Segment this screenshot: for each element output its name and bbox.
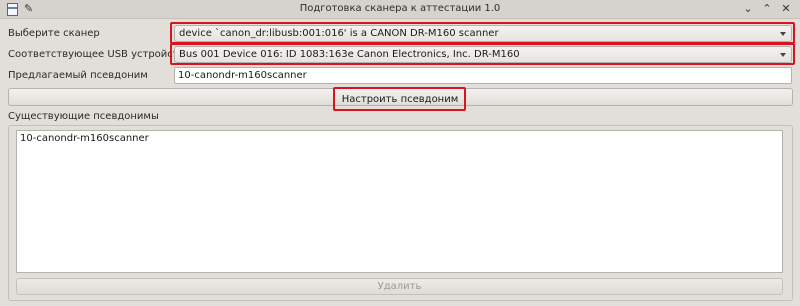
usb-device-label: Соответствующее USB устройство <box>8 49 191 60</box>
usb-device-select[interactable]: Bus 001 Device 016: ID 1083:163e Canon E… <box>174 46 792 63</box>
list-item[interactable]: 10-canondr-m160scanner <box>20 133 149 144</box>
chevron-down-icon[interactable] <box>780 53 786 57</box>
scanner-select[interactable]: device `canon_dr:libusb:001:016' is a CA… <box>174 25 792 42</box>
maximize-chevron-up-icon[interactable]: ⌃ <box>759 1 775 17</box>
chevron-down-icon[interactable] <box>780 32 786 36</box>
alias-input-value: 10-canondr-m160scanner <box>178 70 307 81</box>
existing-aliases-list[interactable]: 10-canondr-m160scanner <box>16 130 783 273</box>
scanner-label: Выберите сканер <box>8 28 100 39</box>
minimize-chevron-down-icon[interactable]: ⌄ <box>740 1 756 17</box>
scanner-select-value: device `canon_dr:libusb:001:016' is a CA… <box>179 28 499 39</box>
window-title: Подготовка сканера к аттестации 1.0 <box>299 3 501 14</box>
alias-label: Предлагаемый псевдоним <box>8 70 148 81</box>
usb-device-select-value: Bus 001 Device 016: ID 1083:163e Canon E… <box>179 49 520 60</box>
title-bar: ✎ Подготовка сканера к аттестации 1.0 ⌄ … <box>0 0 800 19</box>
existing-aliases-label: Существующие псевдонимы <box>8 111 159 122</box>
setup-alias-button[interactable]: Настроить псевдоним <box>336 91 464 108</box>
delete-button[interactable]: Удалить <box>16 278 783 295</box>
close-icon[interactable]: ✕ <box>778 1 794 17</box>
alias-input[interactable]: 10-canondr-m160scanner <box>174 67 792 84</box>
